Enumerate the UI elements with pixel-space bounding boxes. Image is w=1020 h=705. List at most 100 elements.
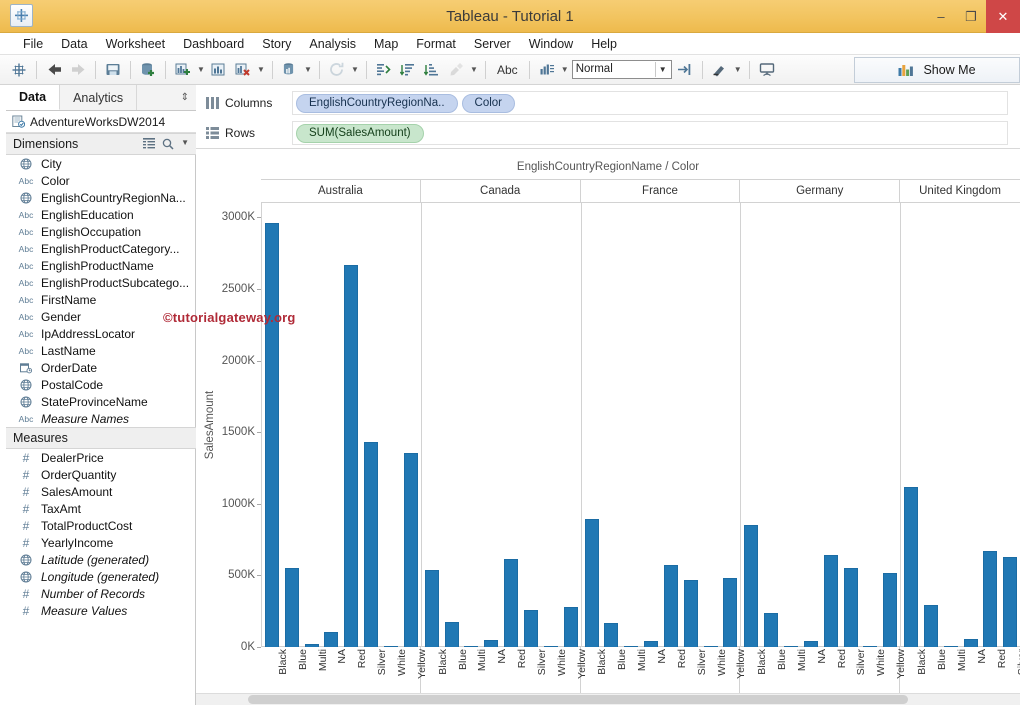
field-item[interactable]: AbcLastName [6,342,196,359]
field-item[interactable]: #YearlyIncome [6,534,196,551]
x-axis-label[interactable]: Red [820,647,840,693]
column-header-united-kingdom[interactable]: United Kingdom [900,180,1020,202]
field-item[interactable]: #DealerPrice [6,449,196,466]
x-axis-label[interactable]: White [700,647,720,693]
x-axis-label[interactable]: Silver [840,647,860,693]
bar[interactable] [524,610,538,647]
field-item[interactable]: #TaxAmt [6,500,196,517]
menu-item-dashboard[interactable]: Dashboard [174,34,253,54]
bar[interactable] [964,639,978,647]
menu-item-data[interactable]: Data [52,34,96,54]
fit-chart-icon[interactable] [536,59,558,81]
search-icon[interactable] [162,138,174,150]
field-item[interactable]: OrderDate [6,359,196,376]
sort-descending-icon[interactable] [421,59,443,81]
bar[interactable] [425,570,439,647]
x-axis-label[interactable]: NA [480,647,500,693]
x-axis-label[interactable]: Black [421,647,441,693]
x-axis-label[interactable]: Black [261,647,281,693]
field-item[interactable]: Longitude (generated) [6,568,196,585]
chevron-down-icon[interactable]: ▼ [560,59,570,81]
data-source-item[interactable]: AdventureWorksDW2014 [6,111,196,133]
x-axis-label[interactable]: Yellow [719,647,739,693]
field-item[interactable]: AbcGender [6,308,196,325]
save-icon[interactable] [102,59,124,81]
field-item[interactable]: PostalCode [6,376,196,393]
x-axis-label[interactable]: Silver [360,647,380,693]
bar[interactable] [844,568,858,647]
field-item[interactable]: AbcEnglishProductName [6,257,196,274]
menu-item-analysis[interactable]: Analysis [300,34,365,54]
bar[interactable] [904,487,918,647]
field-item[interactable]: AbcEnglishEducation [6,206,196,223]
x-axis-label[interactable]: Blue [920,647,940,693]
x-axis-label[interactable]: Multi [940,647,960,693]
menu-item-worksheet[interactable]: Worksheet [97,34,175,54]
x-axis-label[interactable]: Red [340,647,360,693]
x-axis-label[interactable]: Red [660,647,680,693]
field-item[interactable]: City [6,155,196,172]
x-axis-label[interactable]: Silver [1000,647,1020,693]
field-item[interactable]: AbcEnglishProductSubcatego... [6,274,196,291]
menu-item-story[interactable]: Story [253,34,300,54]
bar[interactable] [883,573,897,647]
field-item[interactable]: #TotalProductCost [6,517,196,534]
x-axis-label[interactable]: Red [980,647,1000,693]
field-item[interactable]: AbcColor [6,172,196,189]
bar[interactable] [404,453,418,647]
rows-shelf-track[interactable]: SUM(SalesAmount) [292,121,1008,145]
field-item[interactable]: AbcFirstName [6,291,196,308]
data-pane-tab-analytics[interactable]: Analytics [60,85,137,110]
y-axis[interactable]: SalesAmount 0K500K1000K1500K2000K2500K30… [196,203,261,647]
shelf-pill[interactable]: SUM(SalesAmount) [296,124,424,143]
fit-select[interactable]: Normal ▼ [572,60,672,79]
chevron-down-icon[interactable]: ▼ [350,59,360,81]
x-axis-label[interactable]: White [859,647,879,693]
highlight-icon[interactable] [445,59,467,81]
x-axis-label[interactable]: Multi [620,647,640,693]
field-item[interactable]: EnglishCountryRegionNa... [6,189,196,206]
bar[interactable] [744,525,758,647]
x-axis-label[interactable]: NA [640,647,660,693]
bar[interactable] [723,578,737,647]
maximize-button[interactable]: ❐ [956,0,986,33]
x-axis-label[interactable]: Blue [760,647,780,693]
x-axis-label[interactable]: Multi [780,647,800,693]
back-arrow-icon[interactable] [43,59,65,81]
bar[interactable] [604,623,618,647]
x-axis-label[interactable]: Blue [281,647,301,693]
minimize-button[interactable]: – [926,0,956,33]
field-item[interactable]: AbcEnglishOccupation [6,223,196,240]
chevron-down-icon[interactable]: ▼ [196,59,206,81]
menu-item-file[interactable]: File [14,34,52,54]
data-pane-resize-icon[interactable]: ⇕ [181,85,196,110]
presentation-mode-icon[interactable] [756,59,778,81]
bar[interactable] [684,580,698,647]
field-item[interactable]: StateProvinceName [6,393,196,410]
x-axis-label[interactable]: Silver [520,647,540,693]
clear-data-icon[interactable] [279,59,301,81]
x-axis-label[interactable]: Black [900,647,920,693]
close-button[interactable]: ✕ [986,0,1020,33]
column-header-france[interactable]: France [581,180,741,202]
bar[interactable] [484,640,498,647]
bar[interactable] [445,622,459,647]
new-data-source-icon[interactable] [137,59,159,81]
field-item[interactable]: AbcIpAddressLocator [6,325,196,342]
duplicate-sheet-icon[interactable] [208,59,230,81]
column-header-canada[interactable]: Canada [421,180,581,202]
x-axis-label[interactable]: Blue [441,647,461,693]
x-axis-label[interactable]: Multi [460,647,480,693]
bar[interactable] [924,605,938,647]
x-axis-label[interactable]: NA [321,647,341,693]
scrollbar-thumb[interactable] [248,695,908,704]
bar[interactable] [585,519,599,647]
x-axis-label[interactable]: Silver [680,647,700,693]
format-highlighter-icon[interactable] [709,59,731,81]
field-item[interactable]: #OrderQuantity [6,466,196,483]
columns-shelf-track[interactable]: EnglishCountryRegionNa..Color [292,91,1008,115]
plot-area[interactable] [261,203,1020,647]
x-axis-label[interactable]: Blue [600,647,620,693]
menu-item-help[interactable]: Help [582,34,626,54]
bar[interactable] [564,607,578,647]
